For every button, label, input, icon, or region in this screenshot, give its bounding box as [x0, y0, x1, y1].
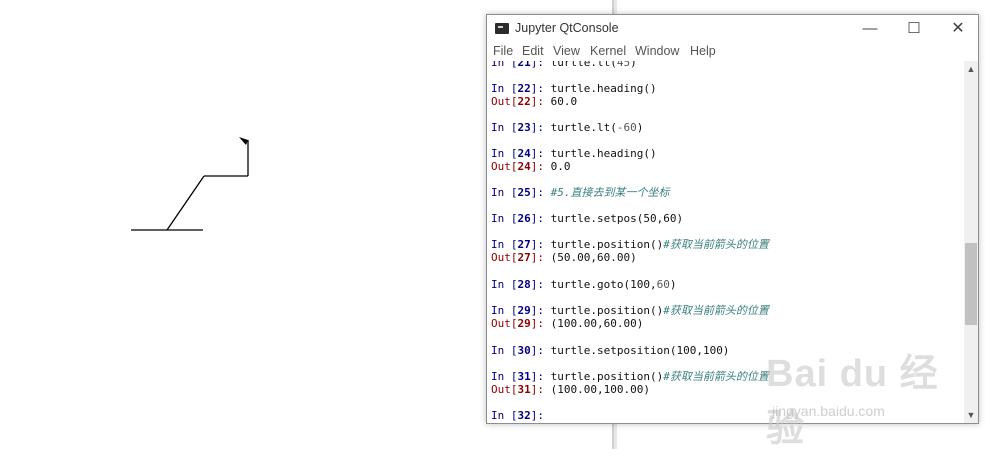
code-text: -60	[616, 121, 637, 134]
out-prompt: Out[31]:	[491, 383, 551, 396]
in-prompt: In [22]:	[491, 82, 551, 95]
code-text: turtle.lt(	[550, 61, 617, 69]
code-text: 0.0	[550, 160, 571, 173]
output-cell-line: Out[31]: (100.00,100.00)	[491, 383, 650, 396]
input-cell-line: In [32]:	[491, 409, 551, 422]
window-title: Jupyter QtConsole	[515, 21, 619, 35]
minimize-button[interactable]: —	[848, 15, 892, 43]
menu-edit[interactable]: Edit	[522, 44, 544, 58]
title-bar[interactable]: Jupyter QtConsole — ☐ ✕	[487, 15, 978, 43]
out-prompt: Out[29]:	[491, 317, 551, 330]
in-prompt: In [27]:	[491, 238, 551, 251]
input-cell-line: In [31]: turtle.position()#获取当前箭头的位置	[491, 370, 769, 383]
code-comment: #获取当前箭头的位置	[663, 238, 769, 251]
out-prompt: Out[27]:	[491, 251, 551, 264]
input-cell-line: In [27]: turtle.position()#获取当前箭头的位置	[491, 238, 769, 251]
code-text: (50.00,60.00)	[550, 251, 637, 264]
in-prompt: In [24]:	[491, 147, 551, 160]
output-cell-line: Out[27]: (50.00,60.00)	[491, 251, 637, 264]
code-text: )	[669, 278, 677, 291]
code-text: turtle.heading()	[550, 147, 657, 160]
in-prompt: In [29]:	[491, 304, 551, 317]
menu-window[interactable]: Window	[635, 44, 679, 58]
output-cell-line: Out[29]: (100.00,60.00)	[491, 317, 643, 330]
input-cell-line: In [28]: turtle.goto(100,60)	[491, 278, 676, 291]
code-comment: #获取当前箭头的位置	[663, 370, 769, 383]
in-prompt: In [32]:	[491, 409, 551, 422]
in-prompt: In [21]:	[491, 61, 551, 69]
code-text: 60	[656, 278, 670, 291]
code-comment: #5.直接去到某一个坐标	[550, 186, 670, 199]
code-text: )	[630, 61, 637, 69]
out-prompt: Out[22]:	[491, 95, 551, 108]
input-cell-line: In [29]: turtle.position()#获取当前箭头的位置	[491, 304, 769, 317]
code-text: turtle.goto(100,	[550, 278, 657, 291]
in-prompt: In [26]:	[491, 212, 551, 225]
code-text: turtle.heading()	[550, 82, 657, 95]
code-text: turtle.position()	[550, 238, 664, 251]
code-text: turtle.position()	[550, 370, 664, 383]
code-text: turtle.setpos(50,60)	[550, 212, 684, 225]
input-cell-line: In [21]: turtle.lt(45)	[491, 61, 637, 69]
scroll-thumb[interactable]	[965, 243, 977, 325]
input-cell-line: In [22]: turtle.heading()	[491, 82, 657, 95]
menu-view[interactable]: View	[553, 44, 580, 58]
in-prompt: In [28]:	[491, 278, 551, 291]
input-cell-line: In [26]: turtle.setpos(50,60)	[491, 212, 683, 225]
close-button[interactable]: ✕	[936, 15, 980, 43]
menu-file[interactable]: File	[493, 44, 513, 58]
maximize-button[interactable]: ☐	[892, 15, 936, 43]
code-text: (100.00,100.00)	[550, 383, 650, 396]
code-text: turtle.position()	[550, 304, 664, 317]
turtle-arrow-icon	[239, 137, 248, 145]
turtle-path-segment	[166, 175, 205, 231]
menu-bar: File Edit View Kernel Window Help	[487, 43, 978, 61]
input-cell-line: In [24]: turtle.heading()	[491, 147, 657, 160]
vertical-scrollbar[interactable]: ▲ ▼	[964, 61, 978, 423]
code-text: 60.0	[550, 95, 578, 108]
code-text: turtle.lt(	[550, 121, 617, 134]
watermark-url: jingyan.baidu.com	[772, 403, 885, 419]
output-cell-line: Out[22]: 60.0	[491, 95, 577, 108]
code-text: 45	[616, 61, 631, 69]
menu-kernel[interactable]: Kernel	[590, 44, 626, 58]
in-prompt: In [30]:	[491, 344, 551, 357]
output-cell-line: Out[24]: 0.0	[491, 160, 571, 173]
input-cell-line: In [25]: #5.直接去到某一个坐标	[491, 186, 670, 199]
baidu-jingyan-watermark-logo: Bai du 经验	[766, 353, 939, 450]
code-text: turtle.setposition(100,100)	[550, 344, 730, 357]
input-cell-line: In [23]: turtle.lt(-60)	[491, 121, 643, 134]
qtconsole-app-icon	[495, 23, 509, 34]
menu-help[interactable]: Help	[690, 44, 716, 58]
out-prompt: Out[24]:	[491, 160, 551, 173]
code-text: )	[636, 121, 644, 134]
input-cell-line: In [30]: turtle.setposition(100,100)	[491, 344, 729, 357]
code-text: (100.00,60.00)	[550, 317, 644, 330]
scroll-down-icon[interactable]: ▼	[964, 409, 978, 421]
in-prompt: In [25]:	[491, 186, 551, 199]
in-prompt: In [23]:	[491, 121, 551, 134]
code-comment: #获取当前箭头的位置	[663, 304, 769, 317]
in-prompt: In [31]:	[491, 370, 551, 383]
scroll-up-icon[interactable]: ▲	[964, 63, 978, 75]
